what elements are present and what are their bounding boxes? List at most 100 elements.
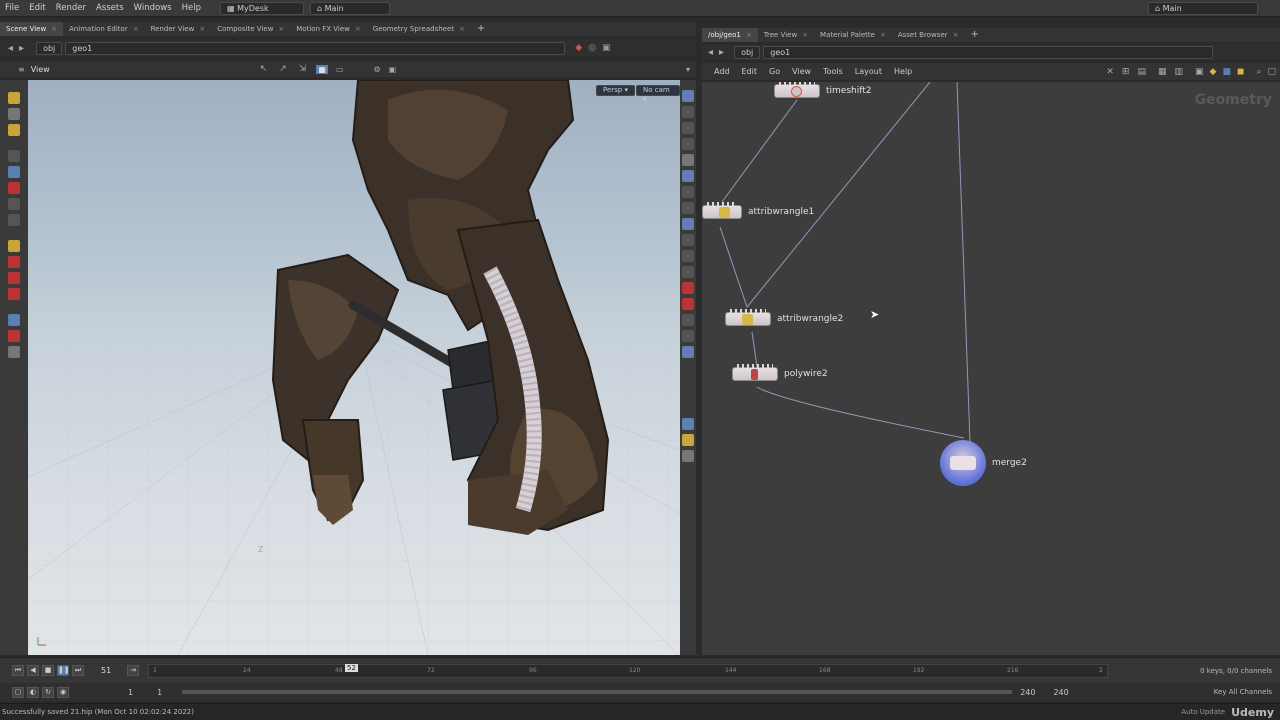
- close-icon[interactable]: ×: [355, 25, 361, 33]
- bg-icon[interactable]: [682, 218, 694, 230]
- transform-tool-icon[interactable]: ↗: [279, 64, 287, 74]
- close-icon[interactable]: ×: [880, 31, 886, 39]
- grid-icon[interactable]: [682, 434, 694, 446]
- ghost-icon[interactable]: [682, 90, 694, 102]
- search-icon[interactable]: ⌕: [1256, 67, 1261, 77]
- lock-icon[interactable]: [8, 166, 20, 178]
- node-body[interactable]: [940, 440, 986, 486]
- timeline-scrubber[interactable]: 1 24 48 72 96 120 144 168 192 216 2 52: [148, 663, 1108, 678]
- path-obj[interactable]: obj: [734, 46, 761, 59]
- brush-icon[interactable]: [8, 214, 20, 226]
- back-icon[interactable]: ◂: [8, 43, 13, 54]
- wrench-icon[interactable]: ✕: [1106, 67, 1114, 77]
- render-icon[interactable]: [8, 346, 20, 358]
- step-back-icon[interactable]: ◀: [27, 665, 39, 676]
- network-icon[interactable]: ■: [1222, 67, 1231, 77]
- menu-layout[interactable]: Layout: [849, 63, 888, 80]
- frame-icon[interactable]: [682, 330, 694, 342]
- menu-windows[interactable]: Windows: [129, 0, 177, 17]
- menu-assets[interactable]: Assets: [91, 0, 129, 17]
- close-icon[interactable]: ×: [459, 25, 465, 33]
- template-icon[interactable]: [682, 266, 694, 278]
- pose-icon[interactable]: [8, 150, 20, 162]
- magnet-icon[interactable]: [8, 272, 20, 284]
- pin-icon[interactable]: ◆: [575, 43, 582, 53]
- camera-menu[interactable]: No cam ▾: [636, 85, 680, 103]
- view-menu-icon[interactable]: ≡: [18, 65, 25, 74]
- current-frame-field[interactable]: 51: [101, 666, 127, 675]
- forward-icon[interactable]: ▸: [19, 43, 24, 54]
- lighting-icon[interactable]: [682, 106, 694, 118]
- pane-menu-icon[interactable]: ▾: [686, 65, 690, 74]
- flag-icon[interactable]: ◆: [1210, 67, 1217, 77]
- menu-tools[interactable]: Tools: [817, 63, 849, 80]
- link-icon[interactable]: ◎: [588, 43, 596, 53]
- playhead[interactable]: 52: [345, 663, 358, 672]
- node-attribwrangle1[interactable]: attribwrangle1: [702, 202, 814, 219]
- ptnum-icon[interactable]: [682, 202, 694, 214]
- guide-icon[interactable]: [682, 298, 694, 310]
- path-geo[interactable]: geo1: [763, 46, 1214, 59]
- grid-toggle-icon[interactable]: ▦: [316, 64, 328, 74]
- node-body[interactable]: [725, 309, 771, 326]
- tab-scene-view[interactable]: Scene View ×: [0, 22, 64, 36]
- range-slider[interactable]: [182, 690, 1013, 694]
- realtime-icon[interactable]: ▢: [12, 686, 24, 698]
- tab-render-view[interactable]: Render View ×: [145, 22, 212, 36]
- layout-icon[interactable]: ▣: [1195, 67, 1204, 77]
- key-all-channels[interactable]: Key All Channels: [1214, 688, 1272, 696]
- forward-icon[interactable]: ▸: [719, 47, 724, 58]
- node-merge2[interactable]: merge2: [940, 440, 1027, 486]
- stop-icon[interactable]: ■: [42, 665, 54, 676]
- node-timeshift2[interactable]: timeshift2: [774, 82, 872, 98]
- node-body[interactable]: [774, 82, 820, 98]
- render-region-icon[interactable]: [682, 450, 694, 462]
- snap-magnet-icon[interactable]: [8, 288, 20, 300]
- loop-icon[interactable]: ↻: [42, 686, 54, 698]
- add-tab-icon[interactable]: +: [471, 22, 491, 36]
- range-start-field[interactable]: 1: [128, 688, 133, 697]
- view-tool-icon[interactable]: [8, 108, 20, 120]
- list-icon[interactable]: ▤: [1137, 67, 1146, 77]
- step-icon[interactable]: ⇥: [127, 665, 139, 676]
- display-icon[interactable]: ▭: [336, 65, 344, 74]
- jump-end-icon[interactable]: ⏭: [72, 665, 84, 676]
- menu-edit[interactable]: Edit: [24, 0, 50, 17]
- tab-asset-browser[interactable]: Asset Browser ×: [892, 28, 965, 42]
- persp-menu[interactable]: Persp ▾: [596, 85, 635, 96]
- tab-material-palette[interactable]: Material Palette ×: [814, 28, 892, 42]
- pen-icon[interactable]: [8, 198, 20, 210]
- playback-start-field[interactable]: 1: [157, 688, 162, 697]
- primnum-icon[interactable]: [682, 186, 694, 198]
- options-icon[interactable]: ◉: [57, 686, 69, 698]
- menu-render[interactable]: Render: [51, 0, 91, 17]
- fullscreen-icon[interactable]: ▢: [1267, 67, 1276, 77]
- back-icon[interactable]: ◂: [708, 47, 713, 58]
- settings-icon[interactable]: ⚙: [373, 65, 380, 74]
- layout-icon[interactable]: ▣: [602, 43, 611, 53]
- points-icon[interactable]: [682, 154, 694, 166]
- pause-icon[interactable]: ❚❚: [57, 665, 70, 676]
- red-tool-icon[interactable]: [8, 182, 20, 194]
- snapshot-icon[interactable]: [682, 346, 694, 358]
- tab-composite-view[interactable]: Composite View ×: [211, 22, 290, 36]
- menu-edit[interactable]: Edit: [736, 63, 764, 80]
- wire-icon[interactable]: [682, 138, 694, 150]
- snap-icon[interactable]: ▣: [389, 65, 397, 74]
- close-icon[interactable]: ×: [133, 25, 139, 33]
- menu-file[interactable]: File: [0, 0, 24, 17]
- move-tool-icon[interactable]: ⇲: [299, 64, 307, 74]
- desktop-select[interactable]: ▦ MyDesk: [219, 1, 304, 15]
- menu-help[interactable]: Help: [177, 0, 206, 17]
- menu-go[interactable]: Go: [763, 63, 786, 80]
- add-tab-icon[interactable]: +: [964, 28, 984, 42]
- tab-geometry-spreadsheet[interactable]: Geometry Spreadsheet ×: [367, 22, 471, 36]
- uv-icon[interactable]: [682, 234, 694, 246]
- shading-icon[interactable]: [682, 122, 694, 134]
- sticky-icon[interactable]: ◼: [1237, 67, 1244, 77]
- menu-view[interactable]: View: [786, 63, 817, 80]
- audio-icon[interactable]: ◐: [27, 686, 39, 698]
- tab-animation-editor[interactable]: Animation Editor ×: [63, 22, 145, 36]
- ortho-icon[interactable]: [682, 314, 694, 326]
- camera-icon[interactable]: [8, 256, 20, 268]
